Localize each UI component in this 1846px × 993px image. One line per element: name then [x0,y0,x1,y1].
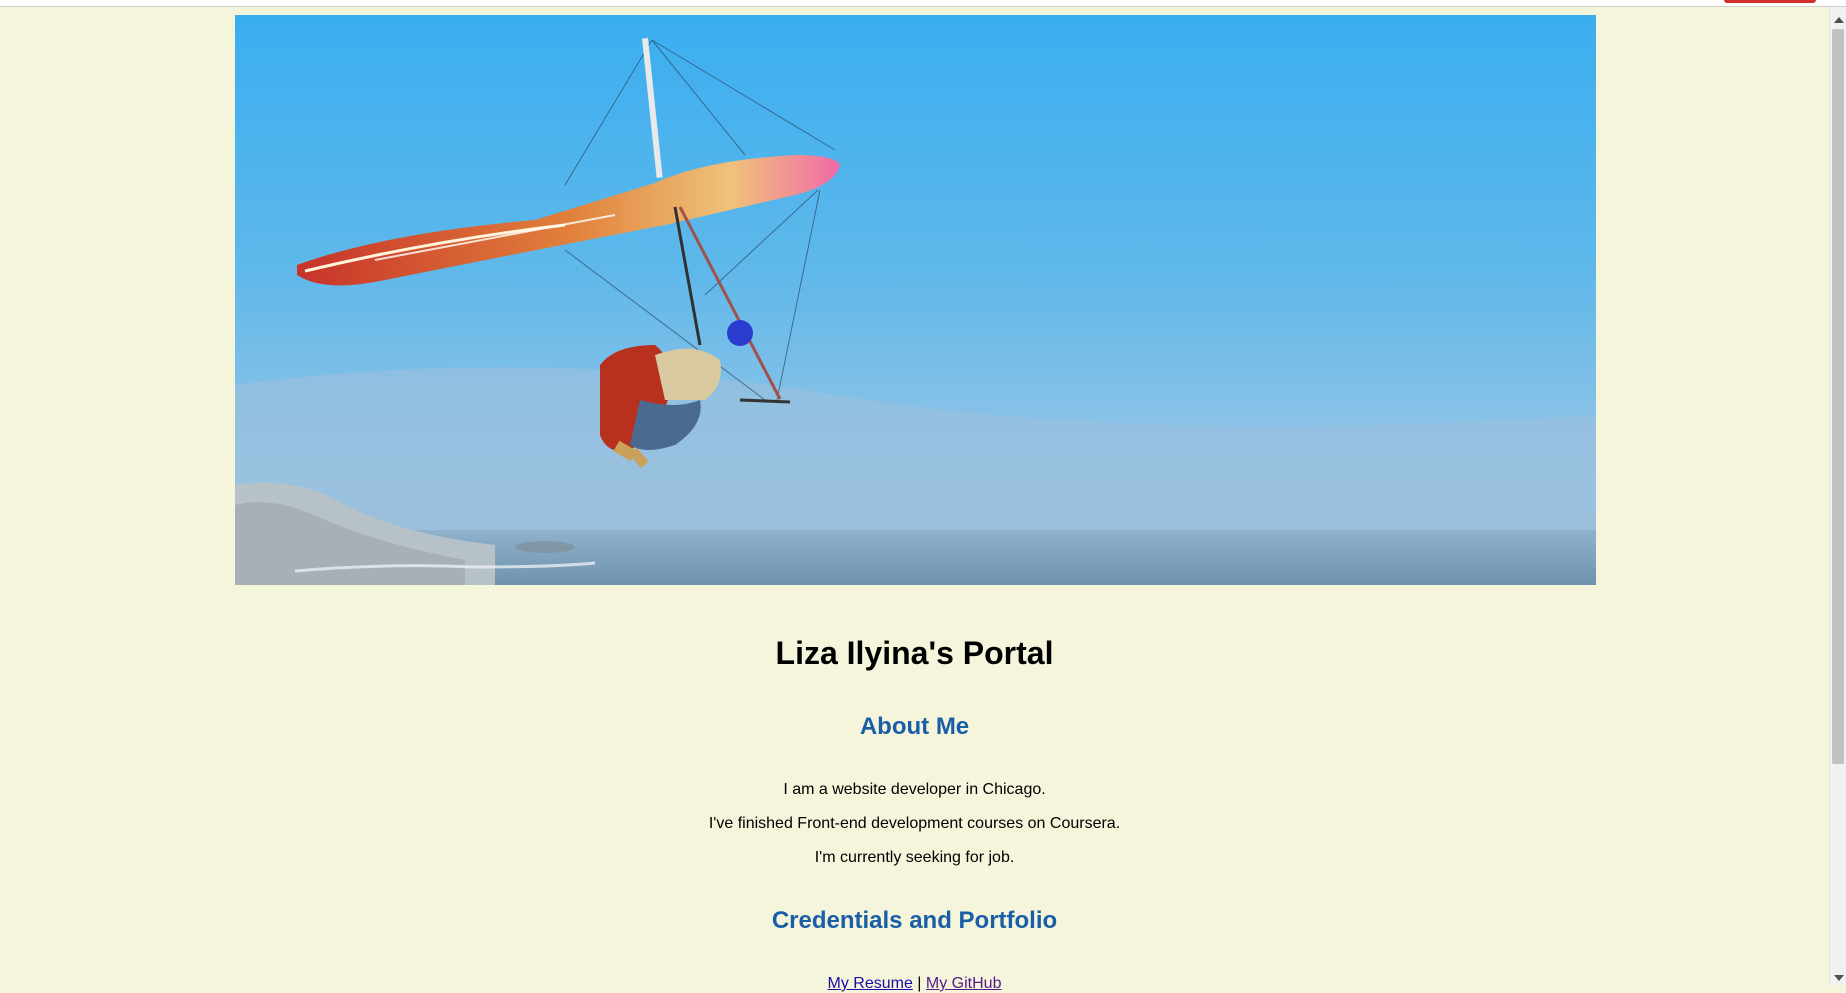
about-line-courses: I've finished Front-end development cour… [708,815,1121,832]
credentials-heading: Credentials and Portfolio [771,907,1058,934]
about-line-location: I am a website developer in Chicago. [783,781,1046,798]
about-heading: About Me [859,713,970,740]
github-link[interactable]: My GitHub [926,975,1002,992]
page-title: Liza Ilyina's Portal [775,635,1054,671]
hang-glider-photo-icon [235,15,1596,585]
scrollbar-thumb[interactable] [1832,29,1844,764]
hero-image [235,15,1596,585]
page-content: Liza Ilyina's Portal About Me I am a web… [0,7,1829,992]
link-separator: | [912,975,926,992]
scroll-down-arrow-icon[interactable] [1834,975,1844,981]
scroll-up-arrow-icon[interactable] [1834,17,1844,23]
resume-link[interactable]: My Resume [828,975,913,992]
credentials-links: My Resume | My GitHub [0,975,1829,993]
browser-top-strip [0,0,1846,7]
vertical-scrollbar[interactable] [1829,7,1846,985]
tab-accent [1724,0,1816,3]
about-line-job-seeking: I'm currently seeking for job. [814,849,1015,866]
